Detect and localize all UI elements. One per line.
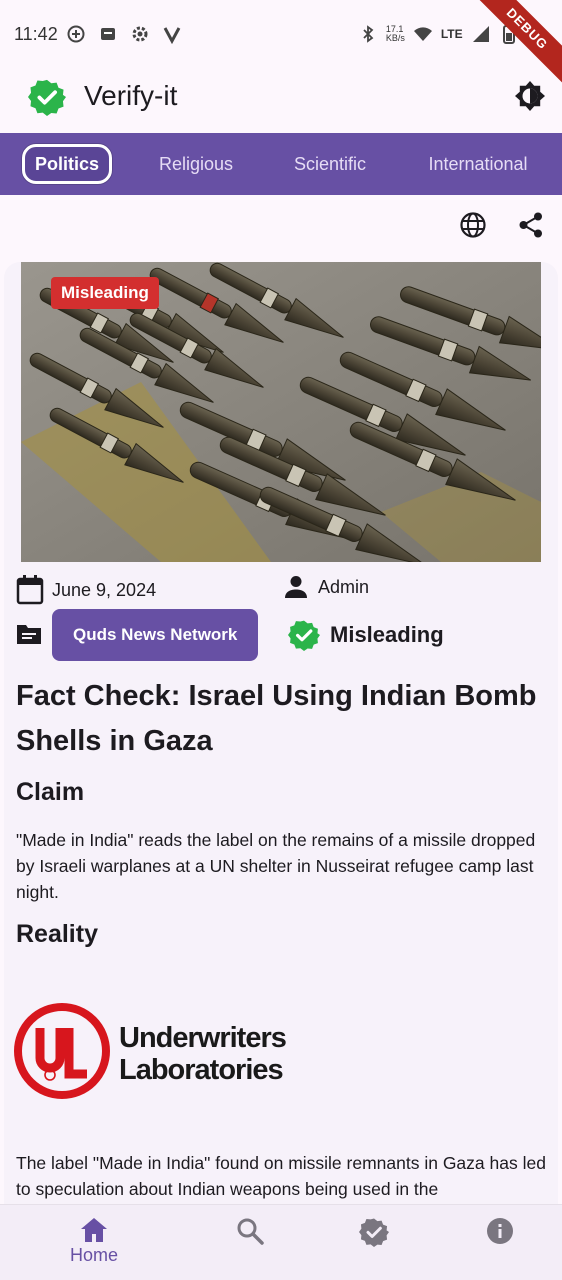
search-icon [237, 1218, 264, 1245]
reality-heading: Reality [16, 920, 98, 948]
article-image: Misleading [21, 262, 541, 562]
app-title: Verify-it [84, 80, 178, 111]
globe-icon [460, 212, 486, 238]
tab-international[interactable]: International [418, 144, 538, 184]
status-notification-icons [66, 24, 182, 44]
nav-verified[interactable] [304, 1205, 444, 1280]
author: Admin [284, 575, 369, 599]
message-icon [101, 28, 115, 40]
nav-home-label: Home [69, 1245, 118, 1265]
folder-icon [17, 625, 41, 644]
claim-text: "Made in India" reads the label on the r… [16, 830, 536, 902]
bottom-navigation: Home [0, 1204, 562, 1280]
image-verdict-badge: Misleading [51, 277, 159, 309]
article-actions [456, 208, 548, 242]
publish-date: June 9, 2024 [16, 575, 156, 605]
tab-religious[interactable]: Religious [146, 144, 246, 184]
theme-toggle-icon[interactable] [514, 80, 546, 112]
tab-politics[interactable]: Politics [22, 144, 113, 184]
verdict: Misleading [288, 619, 444, 651]
nav-search[interactable] [180, 1205, 320, 1280]
chat-plus-icon [67, 25, 85, 43]
source-row: Quds News Network Misleading [16, 609, 546, 661]
reality-text: The label "Made in India" found on missi… [16, 1153, 546, 1199]
status-time: 11:42 [14, 24, 58, 44]
net-speed-label: 17.1 KB/s [385, 24, 405, 43]
verified-badge-icon [28, 79, 66, 116]
nav-info[interactable] [430, 1205, 562, 1280]
info-icon [487, 1218, 513, 1244]
signal-icon [472, 26, 489, 42]
logo-wordmark: Underwriters Laboratories [119, 1022, 287, 1086]
tab-scientific[interactable]: Scientific [280, 144, 380, 184]
verified-icon [359, 1218, 389, 1247]
calendar-icon [16, 575, 44, 605]
date-label: June 9, 2024 [52, 579, 157, 600]
share-icon [519, 212, 542, 238]
verified-badge-icon [288, 620, 320, 651]
network-type: LTE [440, 27, 463, 41]
wifi-icon [413, 27, 432, 41]
v-app-icon [163, 27, 181, 44]
person-icon [285, 576, 307, 598]
home-icon [81, 1218, 107, 1242]
share-button[interactable] [514, 208, 548, 242]
claim-heading: Claim [16, 778, 85, 806]
open-web-button[interactable] [456, 208, 490, 242]
verdict-label: Misleading [330, 622, 444, 647]
article-headline: Fact Check: Israel Using Indian Bomb She… [16, 680, 537, 757]
author-label: Admin [318, 576, 370, 597]
category-tabs: Politics Religious Scientific Internatio… [0, 133, 562, 195]
app-bar: Verify-it [0, 70, 562, 132]
underwriters-laboratories-logo: Underwriters Laboratories [14, 1002, 294, 1104]
status-bar: 11:42 17.1 KB/s LTE 47 DEBUG [0, 0, 562, 92]
source-button[interactable]: Quds News Network [52, 609, 259, 661]
settings-gear-icon [132, 26, 148, 42]
article-meta: June 9, 2024 Admin [16, 575, 546, 605]
ul-mark-icon [14, 1003, 110, 1099]
article-card: Misleading June 9, 2024 Admin Quds News … [4, 262, 558, 1262]
nav-home[interactable]: Home [24, 1205, 164, 1280]
bluetooth-icon [363, 25, 374, 43]
